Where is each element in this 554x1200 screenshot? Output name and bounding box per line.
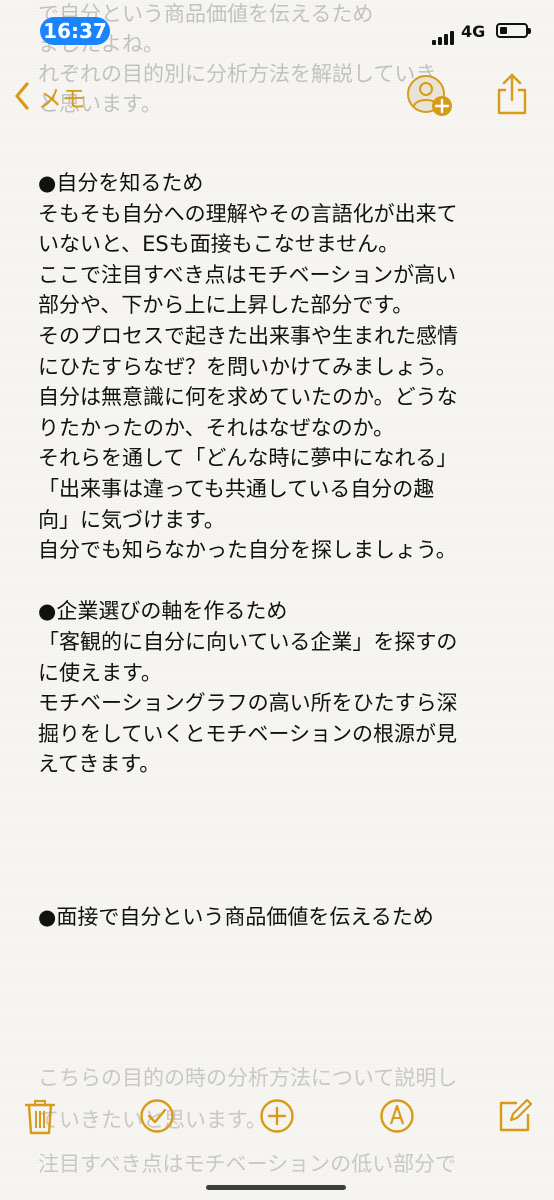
markup-icon [380,1099,414,1133]
add-people-button[interactable] [404,74,456,124]
note-line: 掘りをしていくとモチベーションの根源が見 [38,721,457,746]
delete-button[interactable] [24,1098,56,1140]
cellular-signal-icon [432,26,456,45]
bottom-toolbar [0,1080,554,1200]
checklist-icon [140,1099,174,1133]
status-time[interactable]: 16:37 [40,17,110,45]
note-line: ●自分を知るため [38,171,204,195]
note-line: りたかったのか、それはなぜなのか。 [38,415,395,440]
note-line: モチベーショングラフの高い所をひたすら深 [38,691,458,716]
note-line: に使えます。 [38,660,162,685]
add-icon [260,1099,294,1133]
share-button[interactable] [496,72,528,120]
note-line: それらを通して「どんな時に夢中になれる」 [38,446,458,471]
note-line: 自分でも知らなかった自分を探しましょう。 [38,538,457,563]
note-line: 部分や、下から上に上昇した部分です。 [38,293,414,318]
note-line: 「出来事は違っても共通している自分の趣 [38,476,435,501]
add-attachment-button[interactable] [259,1098,295,1138]
compose-icon [499,1098,533,1132]
battery-icon [496,23,531,38]
back-label: メモ [38,84,86,113]
note-body[interactable]: ●自分を知るため そもそも自分への理解やその言語化が出来て いないと、ESも面接… [38,168,538,933]
note-line: そのプロセスで起きた出来事や生まれた感情 [38,323,458,348]
note-line: いないと、ESも面接もこなせません。 [38,232,400,257]
checklist-button[interactable] [139,1098,175,1138]
trash-icon [24,1099,56,1135]
back-button[interactable]: メモ [14,78,86,114]
note-line: 自分は無意識に何を求めていたのか。どうな [38,385,458,410]
note-line: 「客観的に自分に向いている企業」を探すの [38,629,458,654]
compose-button[interactable] [497,1098,533,1138]
note-line: えてきます。 [38,752,161,777]
scrolled-ghost-text: と思います。 [38,92,162,116]
home-indicator[interactable] [206,1185,346,1190]
note-line: 向」に気づけます。 [38,507,225,532]
chevron-left-icon [15,82,29,110]
add-person-icon [407,75,452,116]
markup-button[interactable] [379,1098,415,1138]
status-bar: 16:37 4G [0,0,554,45]
note-line: ●企業選びの軸を作るため [38,599,288,624]
scrolled-ghost-text: れぞれの目的別に分析方法を解説していき [38,62,437,86]
note-line: ここで注目すべき点はモチベーションが高い [38,262,457,287]
note-line: そもそも自分への理解やその言語化が出来て [38,201,458,226]
network-type: 4G [461,22,486,41]
note-line: にひたすらなぜ？を問いかけてみましょう。 [38,354,457,379]
note-line: ●面接で自分という商品価値を伝えるため [38,905,434,930]
share-icon [497,73,527,115]
